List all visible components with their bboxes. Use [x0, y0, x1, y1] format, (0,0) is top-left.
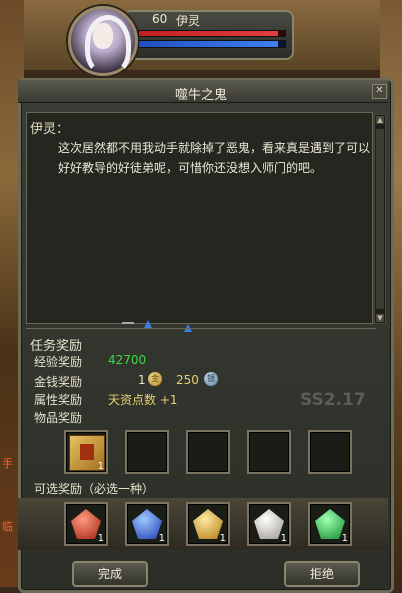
exp-label: 经验奖励	[34, 355, 83, 369]
bound-coin-icon: 银	[204, 372, 218, 386]
refuse-button[interactable]: 拒绝	[284, 561, 360, 587]
dialog-scrollbar[interactable]: ▲ ▼	[374, 114, 386, 324]
optional-reward-label: 可选奖励（必选一种）	[34, 482, 155, 496]
exp-value: 42700	[108, 353, 147, 367]
scroll-thumb[interactable]	[376, 129, 384, 309]
optional-slot-1[interactable]: 1	[64, 502, 108, 546]
red-gem-icon	[71, 509, 101, 539]
optional-slot-5[interactable]: 1	[308, 502, 352, 546]
item-count: 1	[97, 461, 104, 472]
npc-mp-bar	[138, 40, 286, 48]
scroll-up-icon[interactable]: ▲	[376, 116, 384, 124]
complete-button[interactable]: 完成	[72, 561, 148, 587]
item-slot-5[interactable]	[308, 430, 352, 474]
green-gem-icon	[315, 509, 345, 539]
item-count: 1	[219, 533, 226, 544]
bound-amount: 250	[176, 373, 199, 387]
optional-slot-2[interactable]: 1	[125, 502, 169, 546]
attr-label: 属性奖励	[34, 393, 83, 407]
mp-fill	[139, 41, 278, 47]
item-slot-3[interactable]	[186, 430, 230, 474]
quest-title: 噬牛之鬼	[174, 88, 227, 103]
item-count: 1	[280, 533, 287, 544]
gold-amount: 1	[138, 373, 146, 387]
portrait-face	[93, 23, 113, 49]
item-slot-4[interactable]	[247, 430, 291, 474]
item-count: 1	[158, 533, 165, 544]
npc-level: 60	[152, 12, 168, 26]
side-text-2: 临	[2, 520, 13, 533]
dialog-text-body: 这次居然都不用我动手就除掉了恶鬼，看来真是遇到了可以好好教导的好徒弟呢，可惜你还…	[58, 141, 371, 175]
marker-icon	[144, 320, 152, 328]
gold-gem-icon	[193, 509, 223, 539]
item-slot-1[interactable]: 1	[64, 430, 108, 474]
item-slot-2[interactable]	[125, 430, 169, 474]
npc-name: 伊灵	[176, 14, 201, 28]
npc-hp-bar	[138, 30, 286, 37]
item-count: 1	[341, 533, 348, 544]
money-label: 金钱奖励	[34, 375, 83, 389]
optional-slot-4[interactable]: 1	[247, 502, 291, 546]
dialog-speaker: 伊灵：	[30, 122, 70, 137]
watermark: SS2.17	[300, 390, 366, 410]
close-icon[interactable]: ✕	[372, 84, 387, 99]
hp-fill	[139, 31, 278, 36]
item-count: 1	[97, 533, 104, 544]
npc-portrait[interactable]	[68, 6, 138, 76]
dialog-dash	[122, 322, 134, 324]
attr-value: 天资点数 +1	[108, 393, 178, 407]
reward-section-label: 任务奖励	[30, 339, 83, 354]
optional-slot-3[interactable]: 1	[186, 502, 230, 546]
item-label: 物品奖励	[34, 411, 83, 425]
scroll-down-icon[interactable]: ▼	[376, 314, 384, 322]
blue-gem-icon	[132, 509, 162, 539]
gold-coin-icon: 金	[148, 372, 162, 386]
side-text-1: 手	[2, 457, 13, 470]
reward-divider	[26, 328, 376, 329]
white-gem-icon	[254, 509, 284, 539]
dialog-text: 这次居然都不用我动手就除掉了恶鬼，看来真是遇到了可以好好教导的好徒弟呢，可惜你还…	[30, 138, 370, 178]
